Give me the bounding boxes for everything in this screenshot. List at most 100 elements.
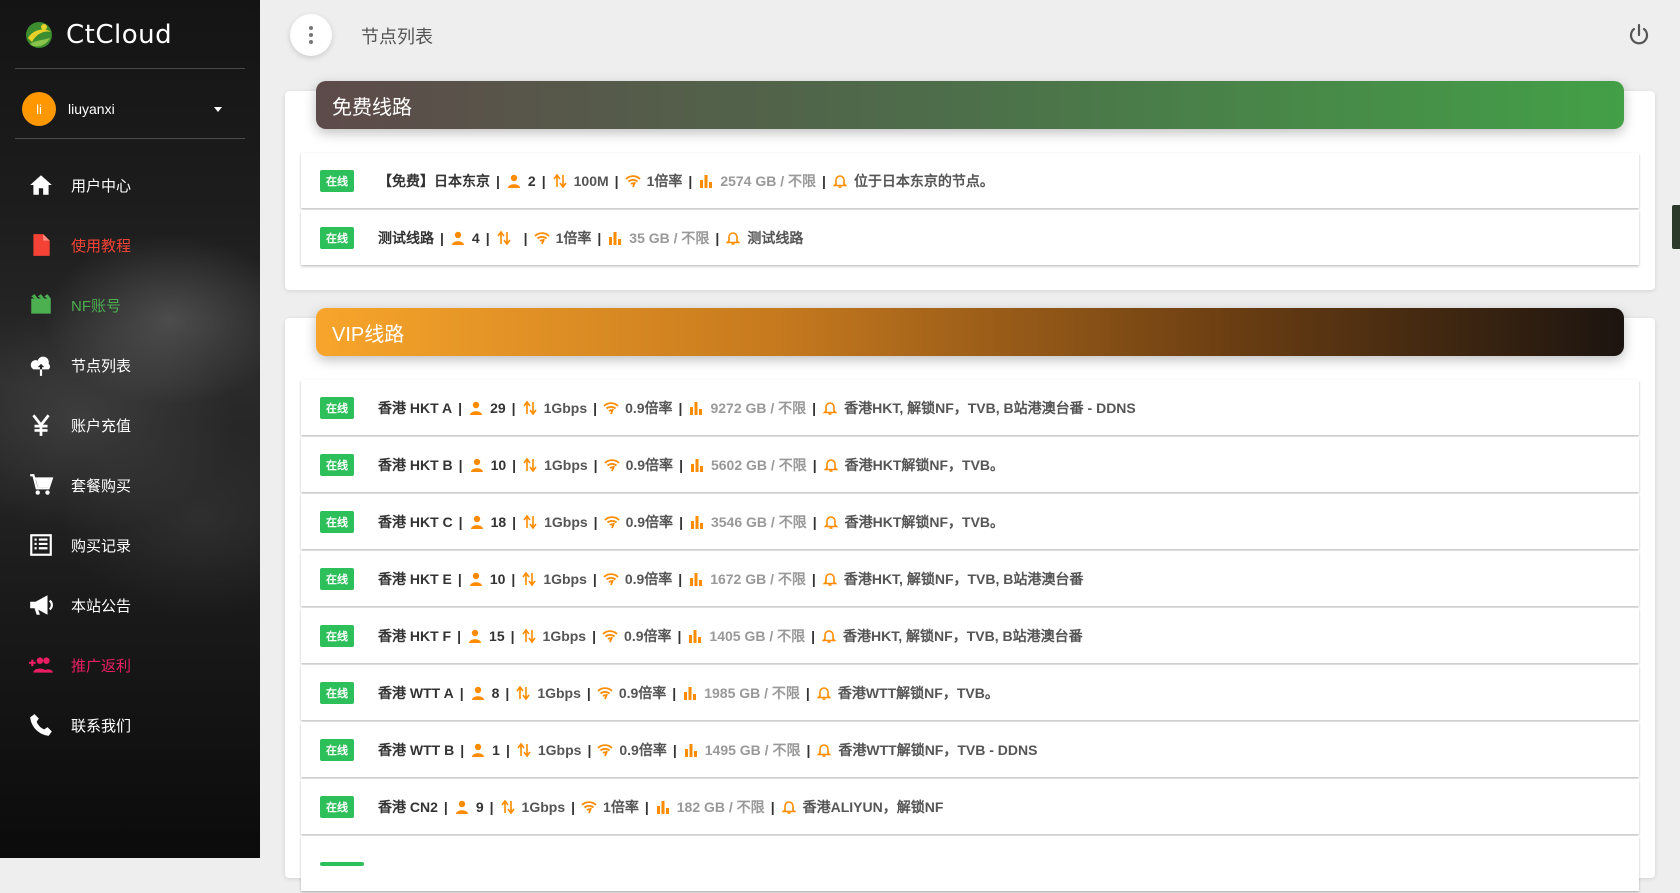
node-traffic: 182 GB / 不限 — [676, 798, 765, 815]
bar-chart-icon — [698, 173, 714, 189]
sidebar: CtCloud li liuyanxi 用户中心 使用教程 NF账号 节点列表 … — [0, 0, 260, 858]
sidebar-item-label: 本站公告 — [71, 597, 132, 615]
node-row[interactable]: 在线 香港 HKT C | 18 | 1Gbps | 0.9倍率 | 3546 GB / 不限 | 香… — [301, 494, 1639, 549]
swap-vert-icon — [522, 400, 538, 416]
section-header: 免费线路 — [316, 81, 1624, 129]
swap-vert-icon — [521, 571, 537, 587]
node-description: 香港HKT解锁NF，TVB。 — [844, 456, 1005, 473]
sidebar-item-label: 用户中心 — [71, 177, 132, 195]
bell-icon — [781, 799, 797, 815]
sidebar-item-node-list[interactable]: 节点列表 — [0, 335, 260, 395]
node-traffic: 2574 GB / 不限 — [720, 172, 817, 189]
wifi-icon — [597, 742, 613, 758]
sidebar-item-contact[interactable]: 联系我们 — [0, 695, 260, 755]
node-row[interactable]: 在线 香港 HKT E | 10 | 1Gbps | 0.9倍率 | 1672 GB / 不限 | 香… — [301, 551, 1639, 606]
sidebar-divider — [15, 138, 245, 139]
node-rate: 0.9倍率 — [624, 627, 672, 644]
user-menu[interactable]: li liuyanxi — [22, 92, 222, 126]
node-row[interactable]: 在线 【免费】日本东京 | 2 | 100M | 1倍率 | 2574 GB /… — [301, 153, 1639, 208]
node-users: 8 — [491, 684, 500, 701]
node-row[interactable]: 在线 香港 HKT B | 10 | 1Gbps | 0.9倍率 | 5602 GB / 不限 | 香… — [301, 437, 1639, 492]
swap-vert-icon — [496, 230, 512, 246]
node-traffic: 35 GB / 不限 — [629, 229, 710, 246]
sidebar-item-referral[interactable]: 推广返利 — [0, 635, 260, 695]
bell-icon — [725, 230, 741, 246]
person-icon — [468, 400, 484, 416]
node-speed: 1Gbps — [542, 627, 587, 644]
node-description: 香港HKT, 解锁NF，TVB, B站港澳台番 - DDNS — [844, 399, 1136, 416]
node-rate: 0.9倍率 — [625, 456, 674, 473]
person-icon — [470, 742, 486, 758]
cloud-upload-icon — [27, 351, 55, 379]
power-icon[interactable] — [1627, 23, 1651, 47]
wifi-icon — [603, 457, 620, 473]
node-name: 香港 WTT B — [378, 741, 455, 758]
sidebar-item-label: 推广返利 — [71, 657, 132, 675]
bell-icon — [816, 685, 832, 701]
node-row[interactable]: 在线 香港 WTT A | 8 | 1Gbps | 0.9倍率 | 1985 GB / 不限 | 香港… — [301, 665, 1639, 720]
node-name: 香港 HKT B — [378, 456, 453, 473]
sidebar-item-nf-account[interactable]: NF账号 — [0, 275, 260, 335]
caret-down-icon[interactable] — [214, 106, 222, 112]
wifi-icon — [603, 514, 620, 530]
bar-chart-icon — [688, 571, 704, 587]
node-rate: 1倍率 — [646, 172, 683, 189]
node-traffic: 1495 GB / 不限 — [704, 741, 801, 758]
node-description: 位于日本东京的节点。 — [853, 172, 994, 189]
node-row[interactable]: 在线 香港 WTT B | 1 | 1Gbps | 0.9倍率 | 1495 GB / 不限 | 香港… — [301, 722, 1639, 777]
node-name: 香港 HKT C — [378, 513, 453, 530]
sidebar-item-announcements[interactable]: 本站公告 — [0, 575, 260, 635]
node-row[interactable]: 在线 香港 CN2 | 9 | 1Gbps | 1倍率 | 182 GB / 不限 | 香港ALIYU… — [301, 779, 1639, 834]
status-badge: 在线 — [320, 169, 354, 192]
status-badge — [320, 861, 364, 866]
phone-icon — [27, 711, 55, 739]
sidebar-item-recharge[interactable]: 账户充值 — [0, 395, 260, 455]
node-name: 测试线路 — [378, 229, 434, 246]
node-users: 2 — [527, 172, 536, 189]
sidebar-item-user-center[interactable]: 用户中心 — [0, 155, 260, 215]
section-card-free: 免费线路 在线 【免费】日本东京 | 2 | 100M | 1倍率 | 2574… — [285, 81, 1655, 290]
swap-vert-icon — [521, 628, 537, 644]
bar-chart-icon — [689, 457, 705, 473]
brand[interactable]: CtCloud — [24, 18, 172, 52]
node-description: 测试线路 — [747, 229, 804, 246]
node-users: 4 — [471, 229, 480, 246]
wifi-icon — [533, 230, 550, 246]
node-users: 29 — [490, 399, 506, 416]
bell-icon — [823, 514, 839, 530]
bar-chart-icon — [688, 400, 704, 416]
more-menu-button[interactable] — [290, 14, 332, 56]
side-scroll-tab[interactable] — [1672, 205, 1680, 249]
node-row[interactable]: 在线 测试线路 | 4 | | 1倍率 | 35 GB / 不限 | 测试线路 — [301, 210, 1639, 265]
sidebar-nav: 用户中心 使用教程 NF账号 节点列表 账户充值 套餐购买 购买记录 本站公告 … — [0, 155, 260, 755]
node-traffic: 3546 GB / 不限 — [710, 513, 807, 530]
wifi-icon — [602, 628, 618, 644]
wifi-icon — [603, 571, 619, 587]
node-row[interactable]: 在线 香港 HKT F | 15 | 1Gbps | 0.9倍率 | 1405 GB / 不限 | 香… — [301, 608, 1639, 663]
node-users: 10 — [490, 456, 507, 473]
status-badge: 在线 — [320, 624, 354, 647]
status-badge: 在线 — [320, 510, 354, 533]
more-vertical-icon — [309, 26, 313, 44]
status-badge: 在线 — [320, 453, 354, 476]
bell-icon — [816, 742, 832, 758]
sidebar-item-purchase-history[interactable]: 购买记录 — [0, 515, 260, 575]
group-add-icon — [27, 651, 55, 679]
node-row[interactable] — [301, 836, 1639, 891]
node-rate: 0.9倍率 — [618, 684, 667, 701]
node-rate: 0.9倍率 — [624, 570, 673, 587]
sidebar-item-shop[interactable]: 套餐购买 — [0, 455, 260, 515]
section-card-vip: VIP线路 在线 香港 HKT A | 29 | 1Gbps | 0.9倍率 | 9272 GB … — [285, 308, 1655, 891]
cart-icon — [27, 471, 55, 499]
sidebar-item-tutorial[interactable]: 使用教程 — [0, 215, 260, 275]
status-badge: 在线 — [320, 738, 354, 761]
wifi-icon — [603, 400, 619, 416]
node-speed: 1Gbps — [537, 684, 581, 701]
node-users: 9 — [475, 798, 484, 815]
user-name: liuyanxi — [68, 101, 115, 117]
node-rate: 0.9倍率 — [625, 513, 674, 530]
node-row[interactable]: 在线 香港 HKT A | 29 | 1Gbps | 0.9倍率 | 9272 GB / 不限 | 香… — [301, 380, 1639, 435]
sidebar-divider — [15, 68, 245, 69]
bell-icon — [821, 628, 837, 644]
person-icon — [470, 685, 486, 701]
